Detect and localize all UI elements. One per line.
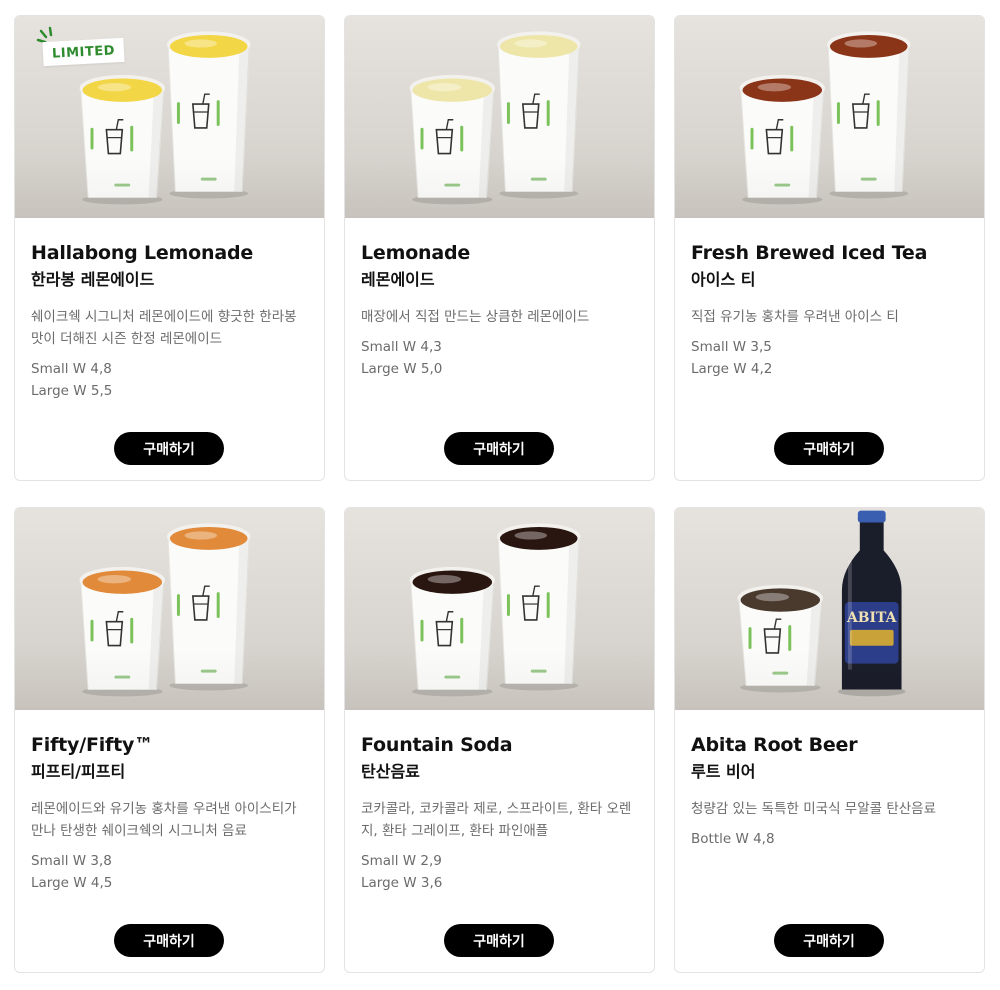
product-card: Lemonade 레몬에이드매장에서 직접 만드는 상큼한 레몬에이드 Small … <box>344 15 655 481</box>
price-item: Bottle W 4,8 <box>691 831 775 847</box>
product-description: 쉐이크쉑 시그니처 레몬에이드에 향긋한 한라봉 맛이 더해진 시즌 한정 레몬… <box>31 309 297 347</box>
product-photo <box>345 16 654 218</box>
product-name-en: Hallabong Lemonade <box>31 242 254 264</box>
product-name-ko: 아이스 티 <box>691 270 756 289</box>
product-info: Fresh Brewed Iced Tea 아이스 티직접 유기농 홍차를 우려낸… <box>675 218 984 380</box>
product-card: Fountain Soda 탄산음료코카콜라, 코카콜라 제로, 스프라이트, 환… <box>344 507 655 973</box>
product-info: Fountain Soda 탄산음료코카콜라, 코카콜라 제로, 스프라이트, 환… <box>345 710 654 894</box>
buy-button[interactable]: 구매하기 <box>114 432 224 465</box>
product-info: Fifty/Fifty™ 피프티/피프티레몬에이드와 유기농 홍차를 우려낸 아이… <box>15 710 324 894</box>
buy-button[interactable]: 구매하기 <box>444 924 554 957</box>
product-name-ko: 피프티/피프티 <box>31 762 126 781</box>
product-photo <box>15 508 324 710</box>
product-description: 직접 유기농 홍차를 우려낸 아이스 티 <box>691 309 899 325</box>
price-list: Small W 3,8 Large W 4,5 <box>31 850 308 894</box>
product-description: 청량감 있는 독특한 미국식 무알콜 탄산음료 <box>691 801 937 817</box>
drink-image <box>739 31 911 205</box>
buy-button[interactable]: 구매하기 <box>774 924 884 957</box>
limited-badge-label: LIMITED <box>42 37 125 67</box>
product-card: LIMITED Hallabong Lemonade 한라봉 레몬에이드쉐이크쉑 시… <box>14 15 325 481</box>
drink-image <box>409 523 581 697</box>
product-name-ko: 루트 비어 <box>691 762 756 781</box>
price-item: Small W 4,3 <box>361 339 442 355</box>
product-name-en: Fifty/Fifty™ <box>31 734 153 756</box>
drink-image <box>79 523 251 697</box>
drink-image: ABITA <box>737 510 906 697</box>
price-list: Bottle W 4,8 <box>691 828 968 850</box>
limited-badge: LIMITED <box>35 26 145 67</box>
product-description: 매장에서 직접 만드는 상큼한 레몬에이드 <box>361 309 590 325</box>
product-photo <box>345 508 654 710</box>
buy-button[interactable]: 구매하기 <box>774 432 884 465</box>
product-name-ko: 탄산음료 <box>361 762 420 781</box>
product-photo <box>675 16 984 218</box>
price-item: Large W 5,0 <box>361 361 443 377</box>
product-info: Hallabong Lemonade 한라봉 레몬에이드쉐이크쉑 시그니처 레몬에… <box>15 218 324 402</box>
price-item: Large W 3,6 <box>361 875 443 891</box>
price-item: Large W 5,5 <box>31 383 113 399</box>
product-info: Lemonade 레몬에이드매장에서 직접 만드는 상큼한 레몬에이드 Small … <box>345 218 654 380</box>
product-description: 코카콜라, 코카콜라 제로, 스프라이트, 환타 오렌지, 환타 그레이프, 환… <box>361 801 632 839</box>
price-list: Small W 3,5 Large W 4,2 <box>691 336 968 380</box>
price-item: Small W 3,5 <box>691 339 772 355</box>
price-item: Large W 4,2 <box>691 361 773 377</box>
price-list: Small W 4,3 Large W 5,0 <box>361 336 638 380</box>
svg-text:ABITA: ABITA <box>846 610 897 626</box>
product-name-en: Fountain Soda <box>361 734 513 756</box>
product-photo: LIMITED <box>15 16 324 218</box>
price-list: Small W 4,8 Large W 5,5 <box>31 358 308 402</box>
product-name-en: Lemonade <box>361 242 471 264</box>
price-item: Small W 2,9 <box>361 853 442 869</box>
product-info: Abita Root Beer 루트 비어청량감 있는 독특한 미국식 무알콜 탄… <box>675 710 984 850</box>
product-card: Fresh Brewed Iced Tea 아이스 티직접 유기농 홍차를 우려낸… <box>674 15 985 481</box>
product-card: ABITA Abita Root Beer 루트 비어청량감 있는 독특한 미국식 … <box>674 507 985 973</box>
drink-image <box>409 31 581 205</box>
product-name-en: Abita Root Beer <box>691 734 858 756</box>
product-card: Fifty/Fifty™ 피프티/피프티레몬에이드와 유기농 홍차를 우려낸 아이… <box>14 507 325 973</box>
price-item: Small W 3,8 <box>31 853 112 869</box>
product-name-ko: 한라봉 레몬에이드 <box>31 270 155 289</box>
price-item: Large W 4,5 <box>31 875 113 891</box>
product-photo: ABITA <box>675 508 984 710</box>
product-name-en: Fresh Brewed Iced Tea <box>691 242 928 264</box>
buy-button[interactable]: 구매하기 <box>114 924 224 957</box>
price-item: Small W 4,8 <box>31 361 112 377</box>
buy-button[interactable]: 구매하기 <box>444 432 554 465</box>
price-list: Small W 2,9 Large W 3,6 <box>361 850 638 894</box>
product-description: 레몬에이드와 유기농 홍차를 우려낸 아이스티가 만나 탄생한 쉐이크쉑의 시그… <box>31 801 297 839</box>
product-name-ko: 레몬에이드 <box>361 270 435 289</box>
